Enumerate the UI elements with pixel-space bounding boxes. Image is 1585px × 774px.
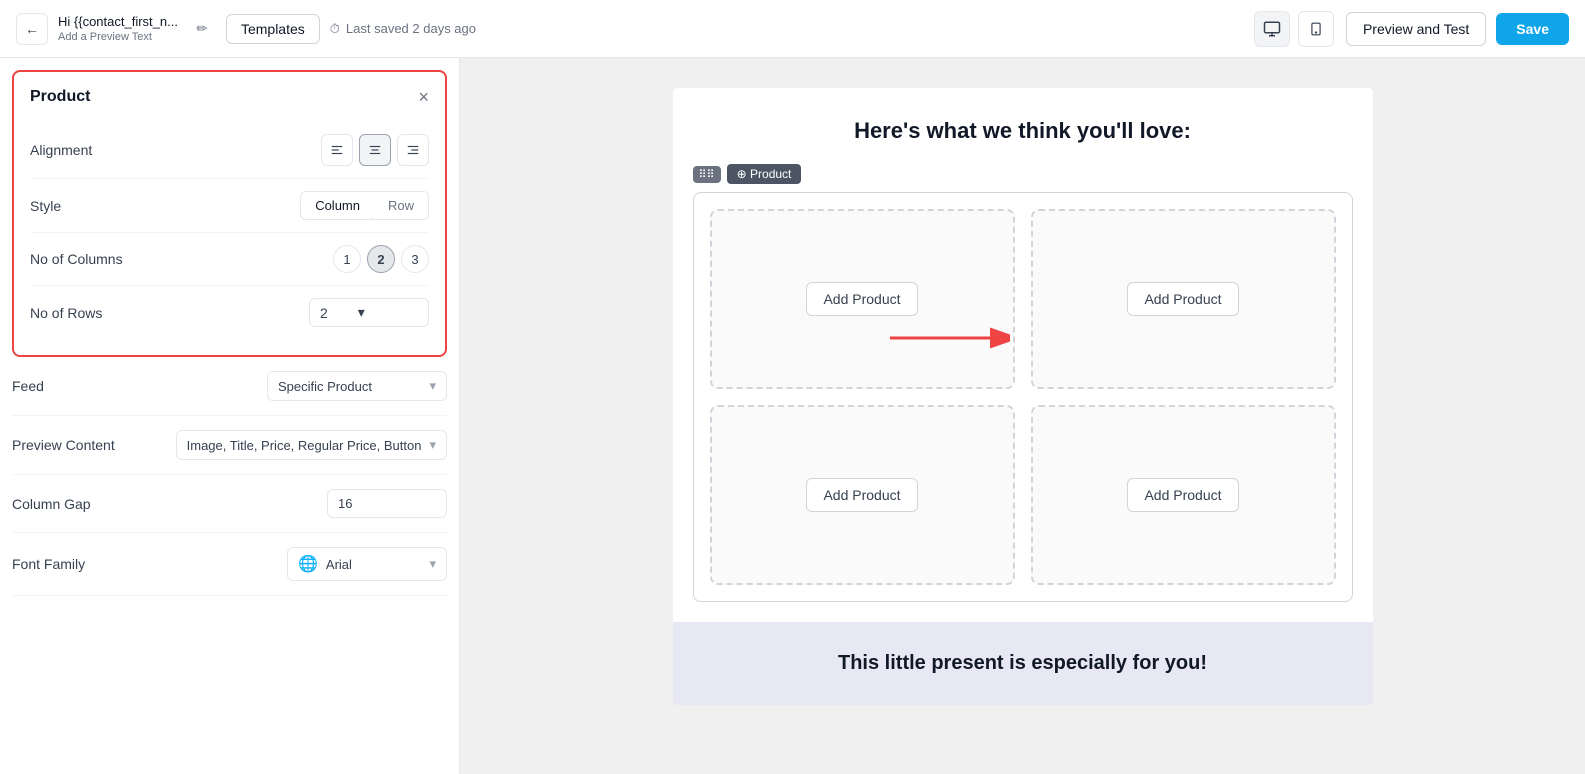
subject-area: Hi {{contact_first_n... Add a Preview Te… [58, 14, 178, 43]
font-family-label: Font Family [12, 556, 142, 572]
product-cell-1: Add Product [710, 209, 1015, 389]
main-layout: Product × Alignment [0, 58, 1585, 774]
product-cell-3: Add Product [710, 405, 1015, 585]
drag-handle-badge: ⠿⠿ [693, 166, 721, 183]
style-toggle: Column Row [300, 191, 429, 220]
product-block-header: ⠿⠿ ⊕ Product [673, 164, 1373, 192]
left-panel: Product × Alignment [0, 58, 460, 774]
product-card-title: Product [30, 88, 90, 106]
feed-controls: Specific Product ▾ [267, 371, 447, 401]
font-family-row: Font Family 🌐 Arial ▾ [12, 533, 447, 596]
add-product-button-1[interactable]: Add Product [806, 282, 917, 316]
columns-label: No of Columns [30, 251, 160, 267]
style-label: Style [30, 198, 160, 214]
columns-3-button[interactable]: 3 [401, 245, 429, 273]
email-header-title: Here's what we think you'll love: [693, 118, 1353, 144]
clock-icon: ⏱ [330, 21, 340, 37]
rows-value: 2 [320, 305, 328, 321]
product-block-label: ⊕ Product [737, 167, 792, 181]
desktop-view-button[interactable] [1254, 11, 1290, 47]
column-gap-label: Column Gap [12, 496, 142, 512]
feed-row: Feed Specific Product ▾ [12, 357, 447, 416]
topbar-right: Preview and Test Save [1346, 12, 1569, 46]
saved-info: ⏱ Last saved 2 days ago [330, 21, 476, 37]
preview-content-label: Preview Content [12, 437, 142, 453]
product-cell-2: Add Product [1031, 209, 1336, 389]
rows-caret: ▾ [358, 304, 365, 321]
rows-controls: 2 ▾ [309, 298, 429, 327]
email-header-section: Here's what we think you'll love: [673, 88, 1373, 164]
templates-button[interactable]: Templates [226, 14, 320, 44]
preview-test-button[interactable]: Preview and Test [1346, 12, 1486, 46]
close-product-card-button[interactable]: × [418, 88, 429, 106]
preview-content-dropdown[interactable]: Image, Title, Price, Regular Price, Butt… [176, 430, 447, 460]
drag-handle-icon: ⠿⠿ [699, 168, 715, 181]
alignment-label: Alignment [30, 142, 160, 158]
column-gap-row: Column Gap [12, 475, 447, 533]
topbar: ← Hi {{contact_first_n... Add a Preview … [0, 0, 1585, 58]
preview-content-controls: Image, Title, Price, Regular Price, Butt… [176, 430, 447, 460]
add-product-button-3[interactable]: Add Product [806, 478, 917, 512]
email-bottom-section: This little present is especially for yo… [673, 622, 1373, 705]
feed-label: Feed [12, 378, 142, 394]
alignment-row: Alignment [30, 122, 429, 179]
edit-subject-button[interactable]: ✏ [188, 15, 216, 43]
rows-row: No of Rows 2 ▾ [30, 286, 429, 339]
font-family-controls: 🌐 Arial ▾ [287, 547, 447, 581]
columns-row: No of Columns 1 2 3 [30, 233, 429, 286]
column-gap-controls [327, 489, 447, 518]
font-family-value: Arial [326, 557, 352, 572]
style-row-button[interactable]: Row [374, 192, 428, 219]
preview-content-value: Image, Title, Price, Regular Price, Butt… [187, 438, 422, 453]
feed-value: Specific Product [278, 379, 372, 394]
preview-text-link[interactable]: Add a Preview Text [58, 31, 178, 43]
style-column-button[interactable]: Column [301, 192, 374, 219]
font-family-dropdown[interactable]: 🌐 Arial ▾ [287, 547, 447, 581]
align-right-button[interactable] [397, 134, 429, 166]
email-preview: Here's what we think you'll love: ⠿⠿ ⊕ P… [673, 88, 1373, 705]
align-center-button[interactable] [359, 134, 391, 166]
product-cell-4: Add Product [1031, 405, 1336, 585]
columns-2-button[interactable]: 2 [367, 245, 395, 273]
pencil-icon: ✏ [196, 21, 207, 37]
font-family-caret: ▾ [429, 556, 436, 572]
product-card-header: Product × [30, 88, 429, 106]
product-label-badge: ⊕ Product [727, 164, 802, 184]
email-bottom-title: This little present is especially for yo… [693, 652, 1353, 675]
columns-controls: 1 2 3 [333, 245, 429, 273]
preview-content-row: Preview Content Image, Title, Price, Reg… [12, 416, 447, 475]
email-subject: Hi {{contact_first_n... [58, 14, 178, 29]
canvas-area: Here's what we think you'll love: ⠿⠿ ⊕ P… [460, 58, 1585, 774]
style-row: Style Column Row [30, 179, 429, 233]
product-settings-card: Product × Alignment [12, 70, 447, 357]
rows-label: No of Rows [30, 305, 160, 321]
save-button[interactable]: Save [1496, 13, 1569, 45]
align-left-button[interactable] [321, 134, 353, 166]
add-product-button-2[interactable]: Add Product [1127, 282, 1238, 316]
feed-caret: ▾ [429, 378, 436, 394]
columns-1-button[interactable]: 1 [333, 245, 361, 273]
alignment-controls [321, 134, 429, 166]
back-button[interactable]: ← [16, 13, 48, 45]
extra-settings: Feed Specific Product ▾ Preview Content … [0, 357, 459, 596]
feed-dropdown[interactable]: Specific Product ▾ [267, 371, 447, 401]
globe-icon: 🌐 [298, 554, 318, 574]
preview-content-caret: ▾ [429, 437, 436, 453]
saved-label: Last saved 2 days ago [346, 21, 476, 36]
product-grid: Add Product Add Product Add Product Add … [710, 209, 1336, 585]
rows-dropdown[interactable]: 2 ▾ [309, 298, 429, 327]
style-controls: Column Row [300, 191, 429, 220]
topbar-left: ← Hi {{contact_first_n... Add a Preview … [16, 13, 1242, 45]
mobile-view-button[interactable] [1298, 11, 1334, 47]
product-grid-container: Add Product Add Product Add Product Add … [693, 192, 1353, 602]
column-gap-input[interactable] [327, 489, 447, 518]
add-product-button-4[interactable]: Add Product [1127, 478, 1238, 512]
device-toggle [1254, 11, 1334, 47]
